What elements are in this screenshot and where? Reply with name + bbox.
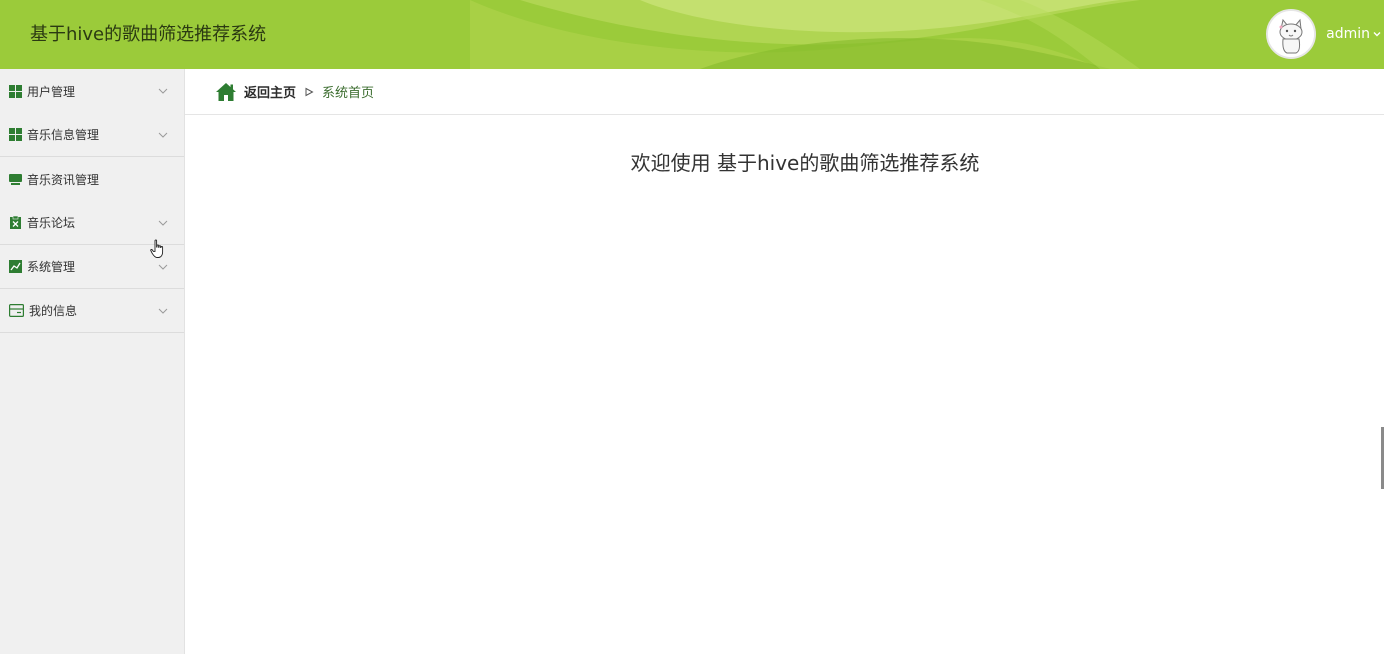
chevron-down-icon: [158, 308, 168, 314]
cat-avatar-icon: [1268, 11, 1315, 57]
monitor-icon: [9, 173, 22, 185]
chevron-down-icon: [158, 264, 168, 270]
chart-icon: [9, 260, 22, 273]
top-header: 基于hive的歌曲筛选推荐系统 admin: [0, 0, 1384, 69]
welcome-heading: 欢迎使用 基于hive的歌曲筛选推荐系统: [630, 151, 980, 175]
clipboard-x-icon: [10, 216, 21, 229]
user-avatar[interactable]: [1266, 9, 1317, 59]
main-content: 欢迎使用 基于hive的歌曲筛选推荐系统: [185, 115, 1384, 654]
home-icon[interactable]: [215, 82, 237, 102]
grid-icon: [9, 128, 22, 141]
sidebar: 用户管理 音乐信息管理 音乐资讯管理 音乐论坛 系统管理 我的信息: [0, 69, 185, 654]
triangle-right-icon: [305, 87, 314, 96]
sidebar-item-label: 我的信息: [29, 304, 78, 318]
user-menu[interactable]: admin: [1266, 8, 1384, 60]
sidebar-item-user-management[interactable]: 用户管理: [0, 69, 184, 113]
breadcrumb-home-link[interactable]: 返回主页: [244, 82, 296, 101]
breadcrumb-current: 系统首页: [322, 86, 375, 101]
sidebar-item-my-info[interactable]: 我的信息: [0, 289, 184, 333]
grid-icon: [9, 84, 22, 98]
chevron-down-icon[interactable]: [1372, 29, 1382, 39]
sidebar-item-label: 音乐论坛: [27, 216, 76, 230]
sidebar-item-label: 音乐资讯管理: [27, 172, 100, 187]
chevron-down-icon: [158, 88, 168, 94]
sidebar-item-label: 音乐信息管理: [27, 128, 100, 142]
chevron-down-icon: [158, 220, 168, 226]
username-label[interactable]: admin: [1326, 26, 1370, 42]
chevron-down-icon: [158, 132, 168, 138]
sidebar-item-label: 用户管理: [27, 84, 76, 99]
sidebar-item-music-news[interactable]: 音乐资讯管理: [0, 157, 184, 201]
app-title: 基于hive的歌曲筛选推荐系统: [30, 24, 267, 45]
hand-cursor-icon: [150, 239, 164, 258]
sidebar-item-label: 系统管理: [27, 260, 76, 274]
breadcrumb: 返回主页 系统首页: [185, 69, 1384, 115]
sidebar-item-music-info[interactable]: 音乐信息管理: [0, 113, 184, 157]
card-icon: [9, 304, 24, 317]
